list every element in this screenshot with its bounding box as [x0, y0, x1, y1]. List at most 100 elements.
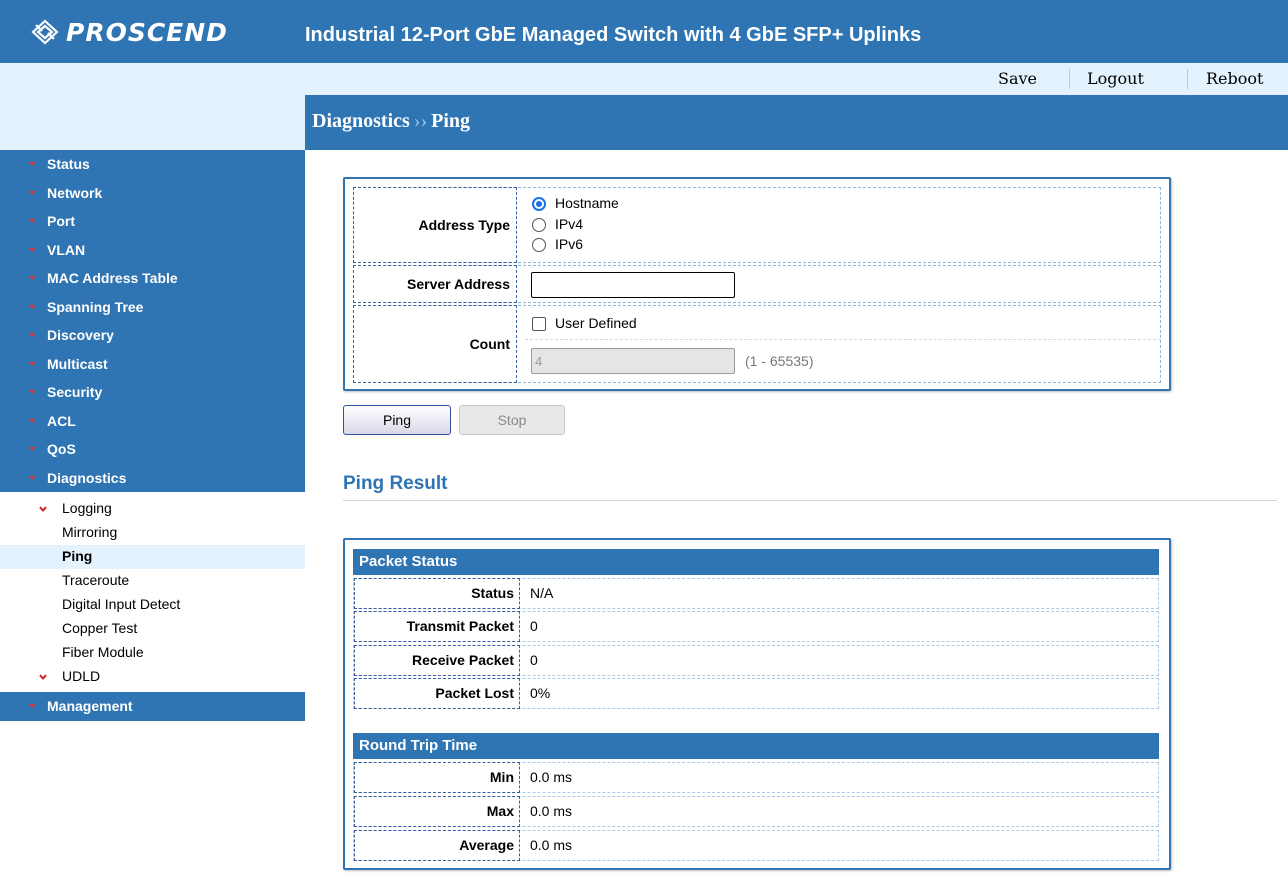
sidebar-item-label: Spanning Tree: [47, 298, 144, 315]
chevron-down-icon: [29, 219, 35, 223]
round-trip-time-header: Round Trip Time: [353, 733, 1159, 759]
sidebar-subitem-label: Traceroute: [62, 572, 130, 588]
sidebar-item-acl[interactable]: ACL: [0, 406, 305, 435]
chevron-down-icon: [29, 418, 35, 423]
sidebar-subitem-digital-input-detect[interactable]: Digital Input Detect: [0, 593, 305, 617]
result-row-max: Max 0.0 ms: [353, 796, 1159, 827]
result-label: Max: [354, 796, 520, 827]
sidebar-item-label: Multicast: [47, 355, 108, 372]
count-divider: [525, 339, 1161, 340]
result-label: Min: [354, 762, 520, 793]
sidebar-item-label: QoS: [47, 441, 76, 457]
sidebar-subitem-logging[interactable]: Logging: [0, 497, 305, 521]
chevron-down-icon: [29, 704, 35, 708]
sidebar-item-port[interactable]: Port: [0, 207, 305, 236]
link-divider: [1069, 69, 1070, 89]
sidebar-item-management[interactable]: Management: [0, 692, 305, 721]
sidebar-subitem-label: Digital Input Detect: [62, 596, 181, 612]
link-divider: [1187, 69, 1188, 89]
sidebar-item-discovery[interactable]: Discovery: [0, 321, 305, 350]
result-row-transmit-packet: Transmit Packet 0: [353, 611, 1159, 642]
result-value: 0.0 ms: [530, 837, 573, 853]
result-label: Receive Packet: [354, 645, 520, 676]
user-defined-label: User Defined: [555, 315, 637, 331]
sidebar-item-network[interactable]: Network: [0, 178, 305, 207]
sidebar-item-multicast[interactable]: Multicast: [0, 349, 305, 378]
logout-link[interactable]: Logout: [1087, 69, 1144, 88]
result-label: Average: [354, 830, 520, 861]
sidebar-item-label: Status: [47, 156, 90, 172]
sidebar-subitem-ping[interactable]: Ping: [0, 545, 305, 569]
result-label: Transmit Packet: [354, 611, 520, 642]
chevron-down-icon: [29, 304, 35, 309]
hostname-option-label: Hostname: [555, 195, 619, 211]
result-value: 0%: [530, 685, 551, 701]
stop-button[interactable]: Stop: [459, 405, 565, 435]
server-address-input[interactable]: [531, 272, 735, 298]
sidebar-item-label: Discovery: [47, 327, 114, 343]
sidebar-subitem-fiber-module[interactable]: Fiber Module: [0, 641, 305, 665]
result-row-average: Average 0.0 ms: [353, 830, 1159, 861]
sidebar-item-label: Network: [47, 184, 103, 201]
result-value: 0: [530, 652, 538, 668]
proscend-logo-icon: [30, 19, 60, 45]
chevron-down-icon: [29, 361, 35, 366]
sidebar-item-label: VLAN: [47, 241, 86, 258]
chevron-down-icon: [29, 390, 35, 394]
sidebar-nav: Status Network Port VLAN MAC Address Tab…: [0, 150, 305, 721]
sidebar-subitem-label: Copper Test: [62, 620, 138, 636]
breadcrumb-page: Ping: [431, 110, 471, 132]
sidebar-item-label: MAC Address Table: [47, 270, 178, 286]
save-link[interactable]: Save: [998, 69, 1037, 88]
chevron-down-icon: [29, 333, 35, 337]
sidebar-item-diagnostics[interactable]: Diagnostics: [0, 463, 305, 492]
sidebar-item-qos[interactable]: QoS: [0, 435, 305, 464]
breadcrumb-chevron-icon: ››: [413, 110, 428, 132]
result-value: 0: [530, 618, 538, 634]
sidebar-item-vlan[interactable]: VLAN: [0, 235, 305, 264]
chevron-down-icon: [29, 475, 35, 480]
sidebar-item-spanning-tree[interactable]: Spanning Tree: [0, 292, 305, 321]
breadcrumb-section: Diagnostics: [312, 110, 410, 132]
sidebar-item-security[interactable]: Security: [0, 378, 305, 407]
count-input[interactable]: [531, 348, 735, 374]
brand-logo: PROSCEND: [30, 17, 228, 47]
sidebar-subitem-label: Mirroring: [62, 524, 118, 540]
sidebar-subitem-copper-test[interactable]: Copper Test: [0, 617, 305, 641]
sidebar-item-label: Diagnostics: [47, 469, 127, 486]
sidebar-item-label: Port: [47, 213, 75, 229]
result-value: 0.0 ms: [530, 769, 573, 785]
reboot-link[interactable]: Reboot: [1206, 69, 1263, 88]
ipv6-radio[interactable]: [532, 238, 546, 252]
sidebar-subitem-label: Fiber Module: [62, 644, 144, 660]
sidebar-subitem-mirroring[interactable]: Mirroring: [0, 521, 305, 545]
result-row-min: Min 0.0 ms: [353, 762, 1159, 793]
packet-status-header: Packet Status: [353, 549, 1159, 575]
chevron-down-icon: [39, 506, 47, 513]
sidebar-item-label: Management: [47, 698, 133, 714]
server-address-label: Server Address: [353, 265, 517, 303]
sidebar-subitem-udld[interactable]: UDLD: [0, 665, 305, 689]
ping-button[interactable]: Ping: [343, 405, 451, 435]
chevron-down-icon: [39, 674, 47, 681]
ipv4-radio[interactable]: [532, 218, 546, 232]
result-row-receive-packet: Receive Packet 0: [353, 645, 1159, 676]
brand-name: PROSCEND: [66, 17, 228, 47]
chevron-down-icon: [29, 247, 35, 252]
sidebar-header-area: [0, 95, 305, 150]
sidebar-item-label: ACL: [47, 412, 76, 429]
result-row-status: Status N/A: [353, 578, 1159, 609]
header-bar: PROSCEND Industrial 12-Port GbE Managed …: [0, 0, 1288, 63]
ipv6-option-label: IPv6: [555, 236, 584, 252]
result-label: Packet Lost: [354, 678, 520, 709]
ping-result-panel: Packet Status Status N/A Transmit Packet…: [343, 538, 1171, 870]
top-link-bar: Save Logout Reboot: [0, 63, 1288, 95]
count-range-hint: (1 - 65535): [745, 353, 814, 369]
sidebar-subitem-traceroute[interactable]: Traceroute: [0, 569, 305, 593]
section-divider: [343, 500, 1277, 501]
user-defined-checkbox[interactable]: [532, 317, 546, 331]
sidebar-item-status[interactable]: Status: [0, 150, 305, 179]
sidebar-item-mac-address-table[interactable]: MAC Address Table: [0, 264, 305, 293]
hostname-radio[interactable]: [532, 197, 546, 211]
chevron-down-icon: [29, 447, 35, 451]
